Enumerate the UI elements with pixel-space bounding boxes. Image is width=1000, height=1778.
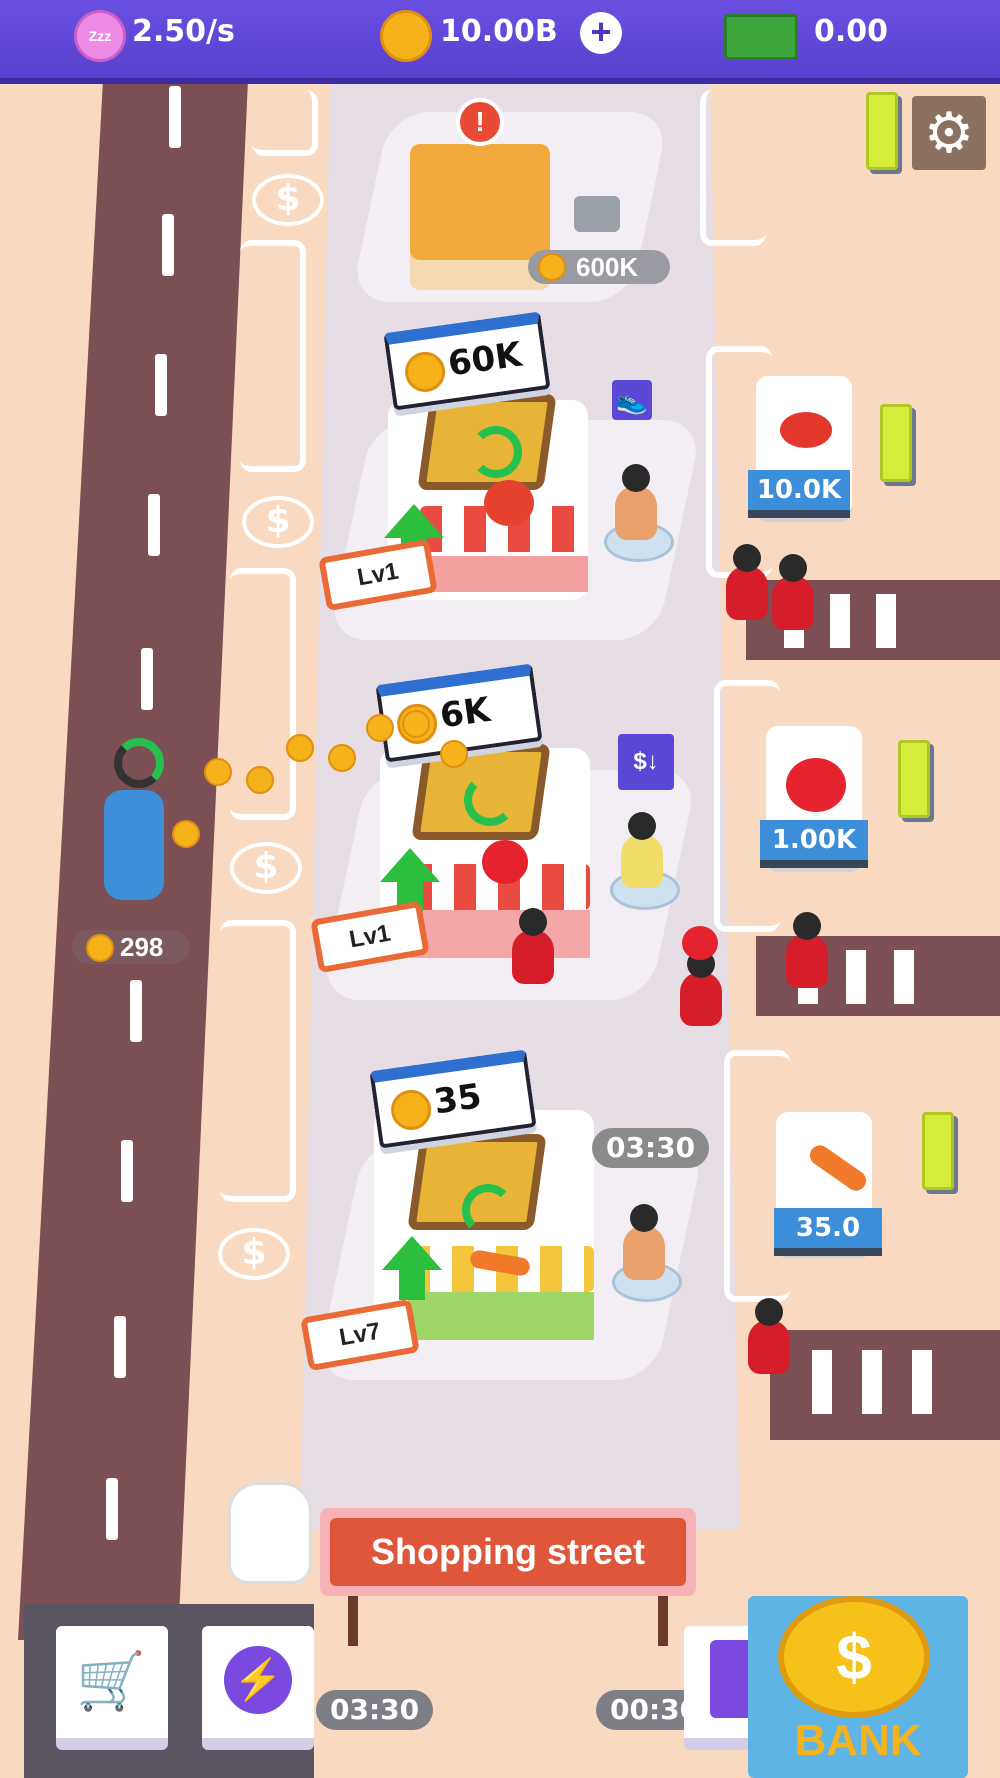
tutorial-hand-icon <box>228 1482 312 1584</box>
scooter-progress-ring <box>114 738 164 788</box>
locked-shop-box <box>410 144 550 260</box>
shopping-street-sign: Shopping street <box>320 1508 696 1596</box>
crosswalk <box>770 1330 1000 1440</box>
shop-clerk <box>615 464 657 540</box>
product-price: 10.0K <box>748 470 850 518</box>
dollar-spot: $ <box>230 842 302 894</box>
flying-coin <box>366 714 394 742</box>
cash-icon <box>724 14 798 60</box>
upgrade-arrow-icon[interactable] <box>382 1236 442 1270</box>
flying-coin <box>402 710 430 738</box>
sleep-income-icon: Zzz <box>74 10 126 62</box>
customer <box>772 554 814 630</box>
cart-icon: 🛒 <box>76 1649 146 1712</box>
boost-button[interactable]: ⚡ <box>202 1626 314 1750</box>
flying-coin <box>440 740 468 768</box>
customer <box>512 908 554 984</box>
flying-coin <box>328 744 356 772</box>
shop-timer: 03:30 <box>592 1128 710 1168</box>
product-price: 1.00K <box>760 820 868 868</box>
delivery-scooter[interactable] <box>104 790 164 900</box>
progress-ring <box>464 774 516 826</box>
bottom-timer-left: 03:30 <box>316 1690 434 1730</box>
settings-button[interactable]: ⚙ <box>912 96 986 170</box>
flying-coin <box>286 734 314 762</box>
progress-ring <box>470 426 522 478</box>
booster-block[interactable] <box>898 740 930 818</box>
cash-balance: 0.00 <box>814 14 889 49</box>
customer <box>680 950 722 1026</box>
lock-icon <box>574 196 620 232</box>
shop-clerk <box>623 1204 665 1280</box>
progress-ring <box>462 1184 514 1236</box>
speed-shoe-icon[interactable]: 👟 <box>612 380 652 420</box>
income-rate: 2.50/s <box>132 14 235 49</box>
carrot-icon <box>806 1141 870 1195</box>
customer <box>726 544 768 620</box>
unlock-price-badge[interactable]: 600K <box>528 250 670 284</box>
bank-building[interactable]: $ BANK <box>748 1596 968 1778</box>
apple-item <box>482 840 528 884</box>
upgrade-price: 6K <box>437 689 493 737</box>
coin-icon <box>380 10 432 62</box>
dollar-spot: $ <box>218 1228 290 1280</box>
bank-coin-icon: $ <box>778 1596 930 1718</box>
alert-pin-icon: ! <box>456 98 504 146</box>
unlock-price: 600K <box>576 252 639 282</box>
price-down-icon[interactable]: $↓ <box>618 734 674 790</box>
apple-icon <box>786 758 846 812</box>
delivery-coin-count: 298 <box>120 932 164 962</box>
top-resource-bar: Zzz 2.50/s 10.00B + 0.00 <box>0 0 1000 84</box>
flying-coin <box>204 758 232 786</box>
dollar-spot: $ <box>242 496 314 548</box>
coin-balance: 10.00B <box>440 14 558 49</box>
booster-block[interactable] <box>866 92 898 170</box>
lightning-icon: ⚡ <box>224 1646 292 1714</box>
delivery-coin-badge: 298 <box>72 930 190 964</box>
customer <box>786 912 828 988</box>
upgrade-price: 35 <box>431 1076 484 1123</box>
sign-text: Shopping street <box>330 1518 686 1586</box>
game-scene: Zzz 2.50/s 10.00B + 0.00 $ $ $ $ ⚙ ! 600… <box>0 0 1000 1778</box>
dollar-spot: $ <box>252 174 324 226</box>
coin-icon <box>86 934 114 962</box>
product-price: 35.0 <box>774 1208 882 1256</box>
tomato-item <box>484 480 534 526</box>
upgrade-arrow-icon[interactable] <box>384 504 444 538</box>
gear-icon: ⚙ <box>923 101 975 164</box>
shop-clerk <box>621 812 663 888</box>
flying-coin <box>246 766 274 794</box>
booster-block[interactable] <box>922 1112 954 1190</box>
booster-block[interactable] <box>880 404 912 482</box>
coin-icon <box>538 253 566 281</box>
shop-cart-button[interactable]: 🛒 <box>56 1626 168 1750</box>
customer <box>748 1298 790 1374</box>
apple-item <box>682 926 718 960</box>
upgrade-price: 60K <box>445 334 525 385</box>
flying-coin <box>172 820 200 848</box>
upgrade-arrow-icon[interactable] <box>380 848 440 882</box>
bank-label: BANK <box>794 1716 922 1765</box>
meat-icon <box>780 412 832 448</box>
add-coins-button[interactable]: + <box>580 12 622 54</box>
